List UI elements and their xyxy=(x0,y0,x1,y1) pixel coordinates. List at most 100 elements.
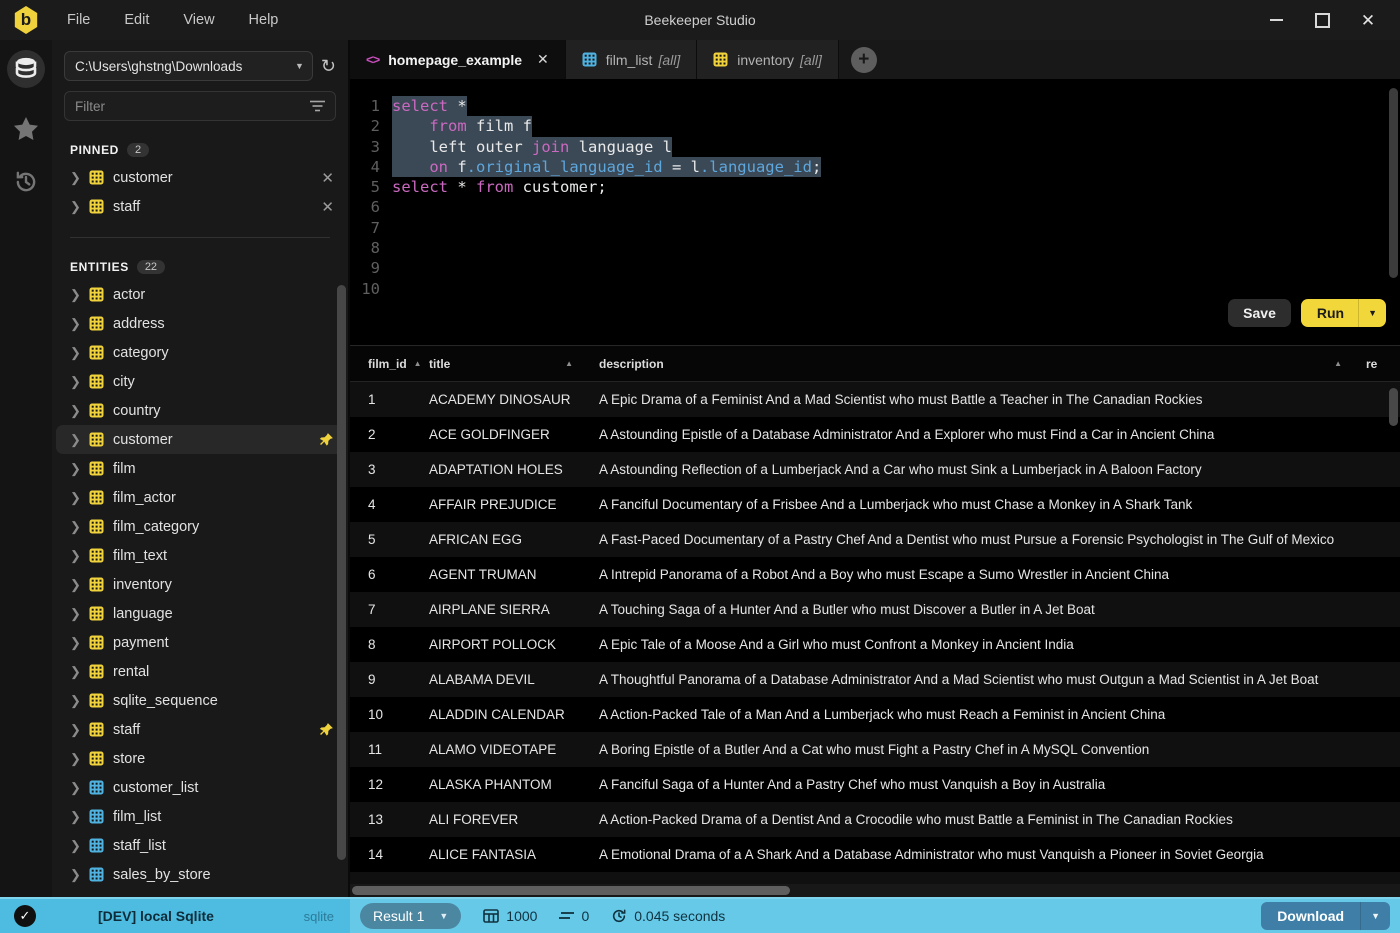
cell-description[interactable]: A Epic Tale of a Moose And a Girl who mu… xyxy=(599,637,1400,652)
code-area[interactable]: 1 select * 2 from film f 3 left outer joi… xyxy=(350,96,822,299)
entity-item-customer_list[interactable]: ❯ customer_list xyxy=(52,773,348,802)
minimize-button[interactable] xyxy=(1268,12,1284,28)
cell-description[interactable]: A Touching Saga of a Hunter And a Butler… xyxy=(599,602,1400,617)
table-row-3[interactable]: 3 ADAPTATION HOLES A Astounding Reflecti… xyxy=(350,452,1400,487)
close-tab-button[interactable]: ✕ xyxy=(537,51,549,68)
chevron-right-icon[interactable]: ❯ xyxy=(70,316,81,332)
entity-item-film[interactable]: ❯ film xyxy=(52,454,348,483)
cell-description[interactable]: A Astounding Epistle of a Database Admin… xyxy=(599,427,1400,442)
maximize-button[interactable] xyxy=(1314,12,1330,28)
entity-item-film_text[interactable]: ❯ film_text xyxy=(52,541,348,570)
cell-title[interactable]: ALADDIN CALENDAR xyxy=(429,707,599,722)
cell-film-id[interactable]: 9 xyxy=(350,672,429,687)
table-row-4[interactable]: 4 AFFAIR PREJUDICE A Fanciful Documentar… xyxy=(350,487,1400,522)
table-row-8[interactable]: 8 AIRPORT POLLOCK A Epic Tale of a Moose… xyxy=(350,627,1400,662)
cell-film-id[interactable]: 8 xyxy=(350,637,429,652)
code-line-1[interactable]: 1 select * xyxy=(350,96,821,117)
cell-description[interactable]: A Fast-Paced Documentary of a Pastry Che… xyxy=(599,532,1400,547)
chevron-right-icon[interactable]: ❯ xyxy=(70,199,81,215)
editor-scrollbar[interactable] xyxy=(1389,88,1398,278)
pinned-item-customer[interactable]: ❯ customer ✕ xyxy=(52,163,348,192)
chevron-right-icon[interactable]: ❯ xyxy=(70,606,81,622)
cell-title[interactable]: AGENT TRUMAN xyxy=(429,567,599,582)
cell-title[interactable]: AIRPLANE SIERRA xyxy=(429,602,599,617)
table-row-12[interactable]: 12 ALASKA PHANTOM A Fanciful Saga of a H… xyxy=(350,767,1400,802)
code-line-8[interactable]: 8 xyxy=(350,238,821,258)
chevron-right-icon[interactable]: ❯ xyxy=(70,374,81,390)
menu-edit[interactable]: Edit xyxy=(124,12,149,28)
cell-film-id[interactable]: 2 xyxy=(350,427,429,442)
entity-item-payment[interactable]: ❯ payment xyxy=(52,628,348,657)
entity-item-address[interactable]: ❯ address xyxy=(52,309,348,338)
cell-description[interactable]: A Thoughtful Panorama of a Database Admi… xyxy=(599,672,1400,687)
table-row-14[interactable]: 14 ALICE FANTASIA A Emotional Drama of a… xyxy=(350,837,1400,872)
chevron-right-icon[interactable]: ❯ xyxy=(70,838,81,854)
unpin-button[interactable]: ✕ xyxy=(321,169,334,187)
entity-item-country[interactable]: ❯ country xyxy=(52,396,348,425)
cell-title[interactable]: ACADEMY DINOSAUR xyxy=(429,392,599,407)
download-options-dropdown[interactable]: ▼ xyxy=(1360,902,1390,930)
chevron-right-icon[interactable]: ❯ xyxy=(70,287,81,303)
chevron-right-icon[interactable]: ❯ xyxy=(70,461,81,477)
entity-item-store[interactable]: ❯ store xyxy=(52,744,348,773)
entity-item-city[interactable]: ❯ city xyxy=(52,367,348,396)
horizontal-scrollbar[interactable] xyxy=(350,884,1400,897)
entity-item-sqlite_sequence[interactable]: ❯ sqlite_sequence xyxy=(52,686,348,715)
close-window-button[interactable]: ✕ xyxy=(1360,12,1376,29)
cell-title[interactable]: AFRICAN EGG xyxy=(429,532,599,547)
chevron-right-icon[interactable]: ❯ xyxy=(70,867,81,883)
entity-item-film_actor[interactable]: ❯ film_actor xyxy=(52,483,348,512)
chevron-right-icon[interactable]: ❯ xyxy=(70,664,81,680)
cell-title[interactable]: AIRPORT POLLOCK xyxy=(429,637,599,652)
code-line-7[interactable]: 7 xyxy=(350,218,821,238)
cell-description[interactable]: A Boring Epistle of a Butler And a Cat w… xyxy=(599,742,1400,757)
table-row-9[interactable]: 9 ALABAMA DEVIL A Thoughtful Panorama of… xyxy=(350,662,1400,697)
cell-film-id[interactable]: 6 xyxy=(350,567,429,582)
unpin-button[interactable]: ✕ xyxy=(321,198,334,216)
entity-item-language[interactable]: ❯ language xyxy=(52,599,348,628)
cell-description[interactable]: A Epic Drama of a Feminist And a Mad Sci… xyxy=(599,392,1400,407)
menu-help[interactable]: Help xyxy=(249,12,279,28)
cell-title[interactable]: AFFAIR PREJUDICE xyxy=(429,497,599,512)
cell-title[interactable]: ALAMO VIDEOTAPE xyxy=(429,742,599,757)
save-button[interactable]: Save xyxy=(1228,299,1291,327)
entity-item-rental[interactable]: ❯ rental xyxy=(52,657,348,686)
chevron-right-icon[interactable]: ❯ xyxy=(70,751,81,767)
chevron-right-icon[interactable]: ❯ xyxy=(70,722,81,738)
tables-panel-button[interactable] xyxy=(7,50,45,88)
history-panel-button[interactable] xyxy=(13,169,39,195)
cell-film-id[interactable]: 10 xyxy=(350,707,429,722)
chevron-right-icon[interactable]: ❯ xyxy=(70,635,81,651)
entity-item-staff_list[interactable]: ❯ staff_list xyxy=(52,831,348,860)
chevron-right-icon[interactable]: ❯ xyxy=(70,170,81,186)
cell-film-id[interactable]: 7 xyxy=(350,602,429,617)
download-button[interactable]: Download ▼ xyxy=(1261,902,1390,930)
cell-film-id[interactable]: 3 xyxy=(350,462,429,477)
run-button[interactable]: Run ▼ xyxy=(1300,299,1386,327)
result-selector[interactable]: Result 1 ▼ xyxy=(360,903,462,929)
menu-file[interactable]: File xyxy=(67,12,90,28)
tab-film_list[interactable]: film_list [all] xyxy=(565,40,698,79)
sidebar-scrollbar[interactable] xyxy=(337,285,346,860)
entity-filter[interactable] xyxy=(64,91,336,121)
cell-title[interactable]: ACE GOLDFINGER xyxy=(429,427,599,442)
cell-description[interactable]: A Intrepid Panorama of a Robot And a Boy… xyxy=(599,567,1400,582)
table-row-5[interactable]: 5 AFRICAN EGG A Fast-Paced Documentary o… xyxy=(350,522,1400,557)
cell-title[interactable]: ALICE FANTASIA xyxy=(429,847,599,862)
table-row-2[interactable]: 2 ACE GOLDFINGER A Astounding Epistle of… xyxy=(350,417,1400,452)
column-header-partial[interactable]: re xyxy=(1366,357,1400,371)
code-line-2[interactable]: 2 from film f xyxy=(350,116,821,137)
table-row-13[interactable]: 13 ALI FOREVER A Action-Packed Drama of … xyxy=(350,802,1400,837)
refresh-button[interactable]: ↻ xyxy=(321,57,336,75)
chevron-right-icon[interactable]: ❯ xyxy=(70,490,81,506)
entity-item-film_category[interactable]: ❯ film_category xyxy=(52,512,348,541)
cell-title[interactable]: ALASKA PHANTOM xyxy=(429,777,599,792)
table-row-6[interactable]: 6 AGENT TRUMAN A Intrepid Panorama of a … xyxy=(350,557,1400,592)
entity-item-actor[interactable]: ❯ actor xyxy=(52,280,348,309)
cell-film-id[interactable]: 13 xyxy=(350,812,429,827)
code-line-9[interactable]: 9 xyxy=(350,258,821,278)
code-line-6[interactable]: 6 xyxy=(350,197,821,217)
cell-film-id[interactable]: 11 xyxy=(350,742,429,757)
code-line-5[interactable]: 5 select * from customer; xyxy=(350,177,821,197)
favorites-panel-button[interactable] xyxy=(13,116,39,141)
